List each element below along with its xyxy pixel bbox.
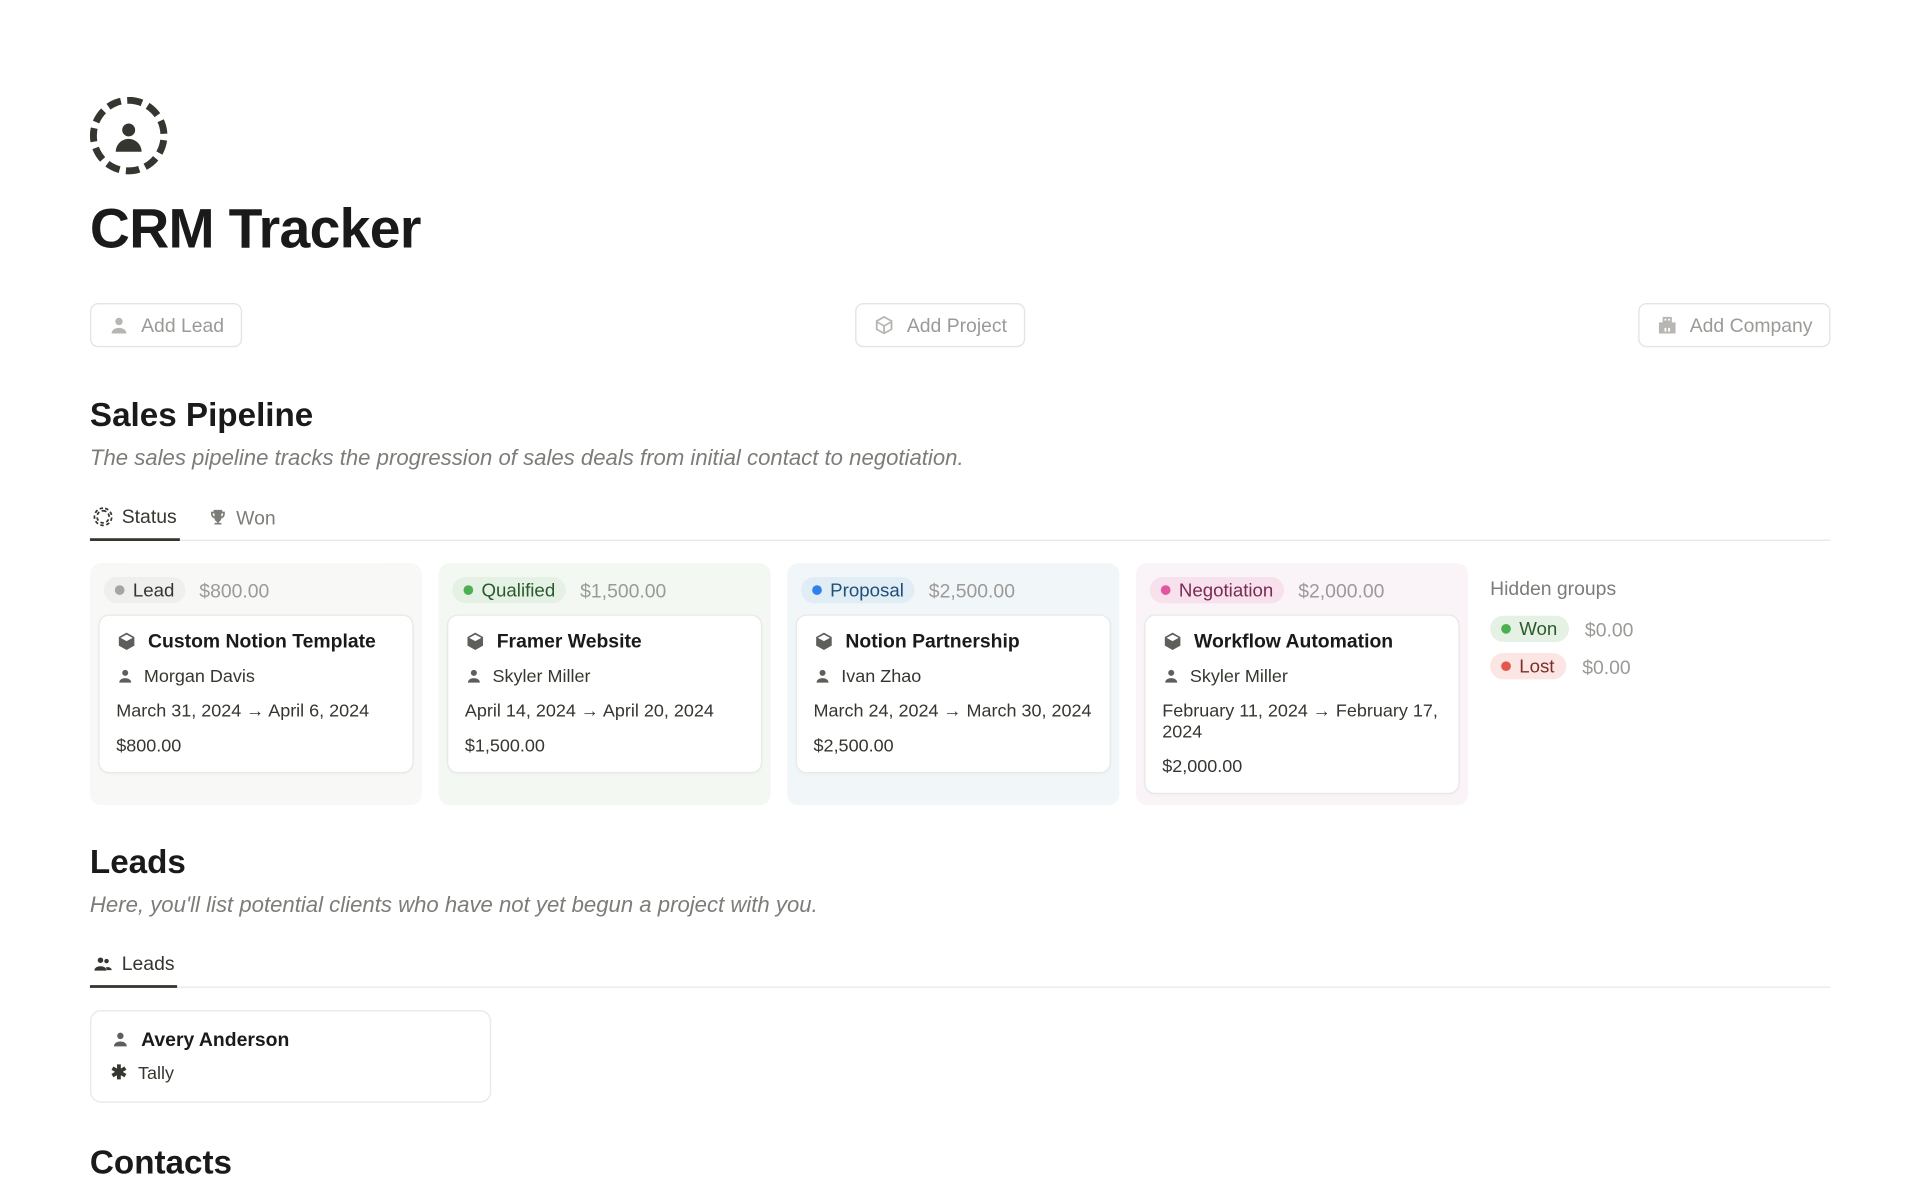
contacts-title: Contacts bbox=[90, 1144, 1831, 1183]
tab-leads-label: Leads bbox=[122, 952, 175, 974]
column-proposal-amount: $2,500.00 bbox=[929, 579, 1015, 601]
leads-tabs: Leads bbox=[90, 944, 1831, 988]
pipeline-tabs: Status Won bbox=[90, 497, 1831, 541]
trophy-icon bbox=[207, 506, 228, 527]
card-amount: $2,500.00 bbox=[814, 735, 1093, 756]
card-title: Custom Notion Template bbox=[148, 630, 376, 652]
column-qualified-amount: $1,500.00 bbox=[580, 579, 666, 601]
card-title: Notion Partnership bbox=[845, 630, 1019, 652]
hidden-group-won[interactable]: Won $0.00 bbox=[1490, 616, 1756, 642]
hidden-won-amount: $0.00 bbox=[1585, 618, 1633, 640]
card-workflow-automation[interactable]: Workflow Automation Skyler Miller Februa… bbox=[1144, 614, 1459, 794]
tab-leads[interactable]: Leads bbox=[90, 944, 177, 988]
box-icon bbox=[814, 630, 835, 651]
pill-negotiation[interactable]: Negotiation bbox=[1150, 577, 1285, 603]
lead-company: Tally bbox=[138, 1063, 174, 1084]
action-buttons-row: Add Lead Add Project Add Company bbox=[90, 303, 1831, 347]
card-amount: $1,500.00 bbox=[465, 735, 744, 756]
add-lead-button[interactable]: Add Lead bbox=[90, 303, 242, 347]
card-dates: April 14, 2024 → April 20, 2024 bbox=[465, 700, 744, 721]
card-notion-partnership[interactable]: Notion Partnership Ivan Zhao March 24, 2… bbox=[796, 614, 1111, 773]
lead-name: Avery Anderson bbox=[141, 1028, 289, 1050]
card-title: Framer Website bbox=[497, 630, 642, 652]
pill-proposal[interactable]: Proposal bbox=[801, 577, 915, 603]
pill-negotiation-label: Negotiation bbox=[1179, 580, 1274, 601]
tab-status-label: Status bbox=[122, 505, 177, 527]
person-icon bbox=[116, 667, 134, 685]
page-icon bbox=[90, 97, 167, 174]
pill-qualified[interactable]: Qualified bbox=[452, 577, 566, 603]
hidden-lost-amount: $0.00 bbox=[1582, 655, 1630, 677]
person-icon bbox=[814, 667, 832, 685]
tab-won-label: Won bbox=[236, 506, 275, 528]
pill-won-label: Won bbox=[1519, 618, 1557, 639]
hidden-groups-title: Hidden groups bbox=[1490, 577, 1756, 599]
add-project-label: Add Project bbox=[907, 314, 1007, 336]
pill-lead[interactable]: Lead bbox=[104, 577, 186, 603]
card-contact: Ivan Zhao bbox=[841, 666, 921, 687]
column-qualified: Qualified $1,500.00 Framer Website Skyle… bbox=[439, 563, 771, 805]
card-framer-website[interactable]: Framer Website Skyler Miller April 14, 2… bbox=[447, 614, 762, 773]
person-icon bbox=[111, 1029, 130, 1048]
card-amount: $2,000.00 bbox=[1162, 755, 1441, 776]
hidden-groups: Hidden groups Won $0.00 Lost $0.00 bbox=[1485, 563, 1762, 805]
box-icon bbox=[1162, 630, 1183, 651]
column-proposal: Proposal $2,500.00 Notion Partnership Iv… bbox=[787, 563, 1119, 805]
hidden-group-lost[interactable]: Lost $0.00 bbox=[1490, 653, 1756, 679]
box-icon bbox=[116, 630, 137, 651]
sales-pipeline-title: Sales Pipeline bbox=[90, 397, 1831, 436]
page-title: CRM Tracker bbox=[90, 199, 1831, 261]
card-title: Workflow Automation bbox=[1194, 630, 1393, 652]
column-lead: Lead $800.00 Custom Notion Template Morg… bbox=[90, 563, 422, 805]
card-contact: Skyler Miller bbox=[493, 666, 591, 687]
card-dates: March 24, 2024 → March 30, 2024 bbox=[814, 700, 1093, 721]
person-icon bbox=[108, 314, 130, 336]
card-dates: March 31, 2024 → April 6, 2024 bbox=[116, 700, 395, 721]
pill-proposal-label: Proposal bbox=[830, 580, 904, 601]
tab-won[interactable]: Won bbox=[204, 497, 278, 540]
card-dates: February 11, 2024 → February 17, 2024 bbox=[1162, 700, 1441, 742]
pill-lead-label: Lead bbox=[133, 580, 175, 601]
person-icon bbox=[465, 667, 483, 685]
status-icon bbox=[93, 506, 114, 527]
asterisk-icon: ✱ bbox=[111, 1061, 127, 1085]
box-icon bbox=[874, 314, 896, 336]
pill-lost-label: Lost bbox=[1519, 656, 1554, 677]
lead-card-avery[interactable]: Avery Anderson ✱ Tally bbox=[90, 1010, 491, 1103]
card-contact: Skyler Miller bbox=[1190, 666, 1288, 687]
add-company-button[interactable]: Add Company bbox=[1639, 303, 1831, 347]
box-icon bbox=[465, 630, 486, 651]
leads-title: Leads bbox=[90, 844, 1831, 883]
card-contact: Morgan Davis bbox=[144, 666, 255, 687]
add-project-button[interactable]: Add Project bbox=[856, 303, 1025, 347]
pill-qualified-label: Qualified bbox=[481, 580, 555, 601]
column-negotiation-amount: $2,000.00 bbox=[1298, 579, 1384, 601]
card-custom-notion-template[interactable]: Custom Notion Template Morgan Davis Marc… bbox=[98, 614, 413, 773]
person-icon bbox=[1162, 667, 1180, 685]
sales-pipeline-description: The sales pipeline tracks the progressio… bbox=[90, 447, 1831, 472]
column-negotiation: Negotiation $2,000.00 Workflow Automatio… bbox=[1136, 563, 1468, 805]
kanban-board: Lead $800.00 Custom Notion Template Morg… bbox=[90, 563, 1831, 805]
leads-description: Here, you'll list potential clients who … bbox=[90, 894, 1831, 919]
tab-status[interactable]: Status bbox=[90, 497, 180, 541]
building-icon bbox=[1657, 314, 1679, 336]
column-lead-amount: $800.00 bbox=[199, 579, 269, 601]
people-icon bbox=[93, 953, 114, 974]
card-amount: $800.00 bbox=[116, 735, 395, 756]
add-lead-label: Add Lead bbox=[141, 314, 224, 336]
add-company-label: Add Company bbox=[1690, 314, 1813, 336]
